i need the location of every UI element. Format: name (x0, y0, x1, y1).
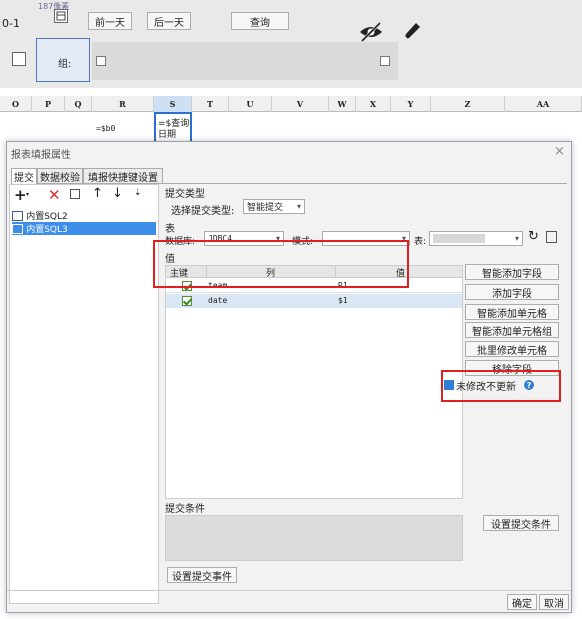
col-header[interactable]: Y (391, 96, 431, 112)
row-column: date (208, 296, 228, 305)
table-icon (12, 211, 23, 221)
col-header[interactable]: V (272, 96, 329, 112)
row-value: $1 (338, 296, 348, 305)
delete-icon[interactable]: ✕ (48, 186, 61, 204)
batch-modify-cell-button[interactable]: 批里修改单元格 (465, 341, 559, 357)
move-up-icon[interactable]: ↑ (92, 186, 103, 201)
section-submit-type: 提交类型 (165, 189, 205, 200)
close-icon[interactable]: × (554, 144, 565, 159)
tab-data-validation[interactable]: 数据校验 (37, 168, 83, 184)
group-checkbox[interactable] (96, 56, 106, 67)
select-type-label: 选择提交类型: (171, 206, 235, 217)
group-label: 组: (58, 59, 72, 70)
calendar-icon[interactable] (54, 9, 68, 23)
table-select[interactable]: ▾ (429, 231, 523, 246)
section-condition: 提交条件 (165, 504, 205, 515)
cell-r[interactable]: =$b0 (96, 124, 115, 133)
tab-submit[interactable]: 提交 (11, 168, 37, 184)
smart-add-cell-button[interactable]: 智能添加单元格 (465, 304, 559, 320)
add-field-button[interactable]: 添加字段 (465, 284, 559, 300)
table-icon (12, 224, 23, 234)
table-row-selected[interactable]: date $1 (166, 294, 462, 308)
chevron-down-icon: ▾ (296, 202, 301, 211)
query-button[interactable]: 查询 (231, 12, 289, 30)
col-header[interactable]: O (0, 96, 32, 112)
cancel-button[interactable]: 取消 (539, 594, 569, 610)
set-event-button[interactable]: 设置提交事件 (167, 567, 237, 583)
hidden-eye-icon[interactable] (358, 21, 384, 45)
col-header[interactable]: R (92, 96, 154, 112)
next-day-button[interactable]: 后一天 (147, 12, 191, 30)
left-panel: + ▾ ✕ ↑ ↓ ⇣ 内置SQL2 内置SQL3 (9, 184, 159, 604)
annotation-highlight-option (441, 370, 561, 402)
submit-type-select[interactable]: 智能提交 ▾ (243, 199, 305, 214)
tab-bar: 提交 数据校验 填报快捷键设置 (11, 168, 567, 184)
move-down-icon[interactable]: ↓ (112, 186, 123, 201)
smart-add-cell-group-button[interactable]: 智能添加单元格组 (465, 322, 559, 338)
submit-type-value: 智能提交 (247, 203, 284, 213)
pencil-icon[interactable] (400, 20, 422, 47)
tree-item-label: 内置SQL2 (26, 212, 68, 222)
primary-key-checkbox[interactable] (182, 296, 192, 306)
col-header[interactable]: P (32, 96, 65, 112)
set-condition-button[interactable]: 设置提交条件 (483, 515, 559, 531)
add-icon[interactable]: + (14, 186, 27, 204)
col-header[interactable]: Q (65, 96, 92, 112)
refresh-icon[interactable]: ↻ (528, 229, 539, 244)
fill-properties-dialog: 报表填报属性 × 提交 数据校验 填报快捷键设置 + ▾ ✕ ↑ ↓ ⇣ 内置S… (6, 141, 572, 613)
tree-item-selected[interactable]: 内置SQL3 (12, 222, 156, 235)
chevron-down-icon: ▾ (514, 234, 519, 243)
col-header[interactable]: W (329, 96, 356, 112)
section-table: 表 (165, 224, 175, 235)
field-grid: 主键 列 值 team R1 date $1 (165, 265, 463, 499)
preview-icon[interactable] (546, 231, 557, 243)
list-icon[interactable] (12, 52, 26, 66)
tab-shortcut-settings[interactable]: 填报快捷键设置 (83, 168, 163, 184)
form-strip (92, 42, 398, 80)
footer-divider (7, 590, 571, 591)
date-text: 0-1 (2, 17, 20, 30)
annotation-highlight-grid (153, 240, 409, 288)
col-header[interactable]: AA (505, 96, 582, 112)
sort-icon[interactable]: ⇣ (134, 188, 142, 198)
col-header[interactable]: S (154, 96, 192, 112)
col-header[interactable]: U (229, 96, 272, 112)
col-header[interactable]: Z (431, 96, 505, 112)
prev-day-button[interactable]: 前一天 (88, 12, 132, 30)
dialog-title: 报表填报属性 (11, 150, 71, 161)
ok-button[interactable]: 确定 (507, 594, 537, 610)
tree-item-label: 内置SQL3 (26, 225, 68, 235)
col-header[interactable]: X (356, 96, 391, 112)
tree-item[interactable]: 内置SQL2 (12, 209, 156, 222)
condition-area (165, 515, 463, 561)
col-header[interactable]: T (192, 96, 229, 112)
right-checkbox[interactable] (380, 56, 390, 67)
column-header-row: O P Q R S T U V W X Y Z AA (0, 96, 582, 112)
add-dropdown-icon[interactable]: ▾ (26, 191, 29, 198)
cell-s-line2: 日期 (158, 130, 177, 140)
table-value-blurred (433, 234, 485, 243)
copy-icon[interactable] (70, 189, 80, 199)
smart-add-field-button[interactable]: 智能添加字段 (465, 264, 559, 280)
table-label: 表: (414, 237, 427, 247)
